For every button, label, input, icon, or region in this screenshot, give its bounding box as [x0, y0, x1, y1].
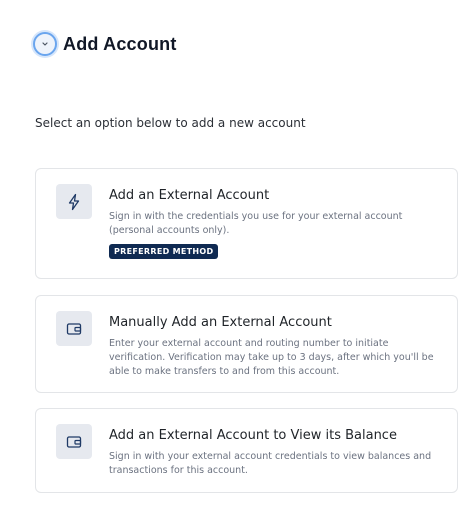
collapse-toggle-button[interactable]	[33, 32, 57, 56]
option-icon-container	[56, 184, 92, 219]
intro-text: Select an option below to add a new acco…	[35, 116, 306, 130]
wallet-icon	[66, 322, 82, 335]
option-description: Enter your external account and routing …	[109, 338, 434, 377]
option-card-manual-account[interactable]: Manually Add an External Account Enter y…	[35, 295, 458, 393]
option-card-external-account[interactable]: Add an External Account Sign in with the…	[35, 168, 458, 279]
preferred-method-badge: PREFERRED METHOD	[109, 244, 219, 259]
option-description: Sign in with the credentials you use for…	[109, 211, 403, 236]
option-icon-container	[56, 424, 92, 459]
chevron-down-icon	[42, 42, 48, 46]
lightning-icon	[68, 193, 80, 210]
option-title: Add an External Account to View its Bala…	[109, 428, 397, 443]
page-header: Add Account	[33, 32, 177, 56]
page-title: Add Account	[63, 33, 177, 54]
option-description: Sign in with your external account crede…	[109, 451, 432, 476]
option-title: Add an External Account	[109, 188, 270, 203]
wallet-icon	[66, 435, 82, 448]
option-card-view-balance[interactable]: Add an External Account to View its Bala…	[35, 408, 458, 493]
option-title: Manually Add an External Account	[109, 315, 332, 330]
option-icon-container	[56, 311, 92, 346]
